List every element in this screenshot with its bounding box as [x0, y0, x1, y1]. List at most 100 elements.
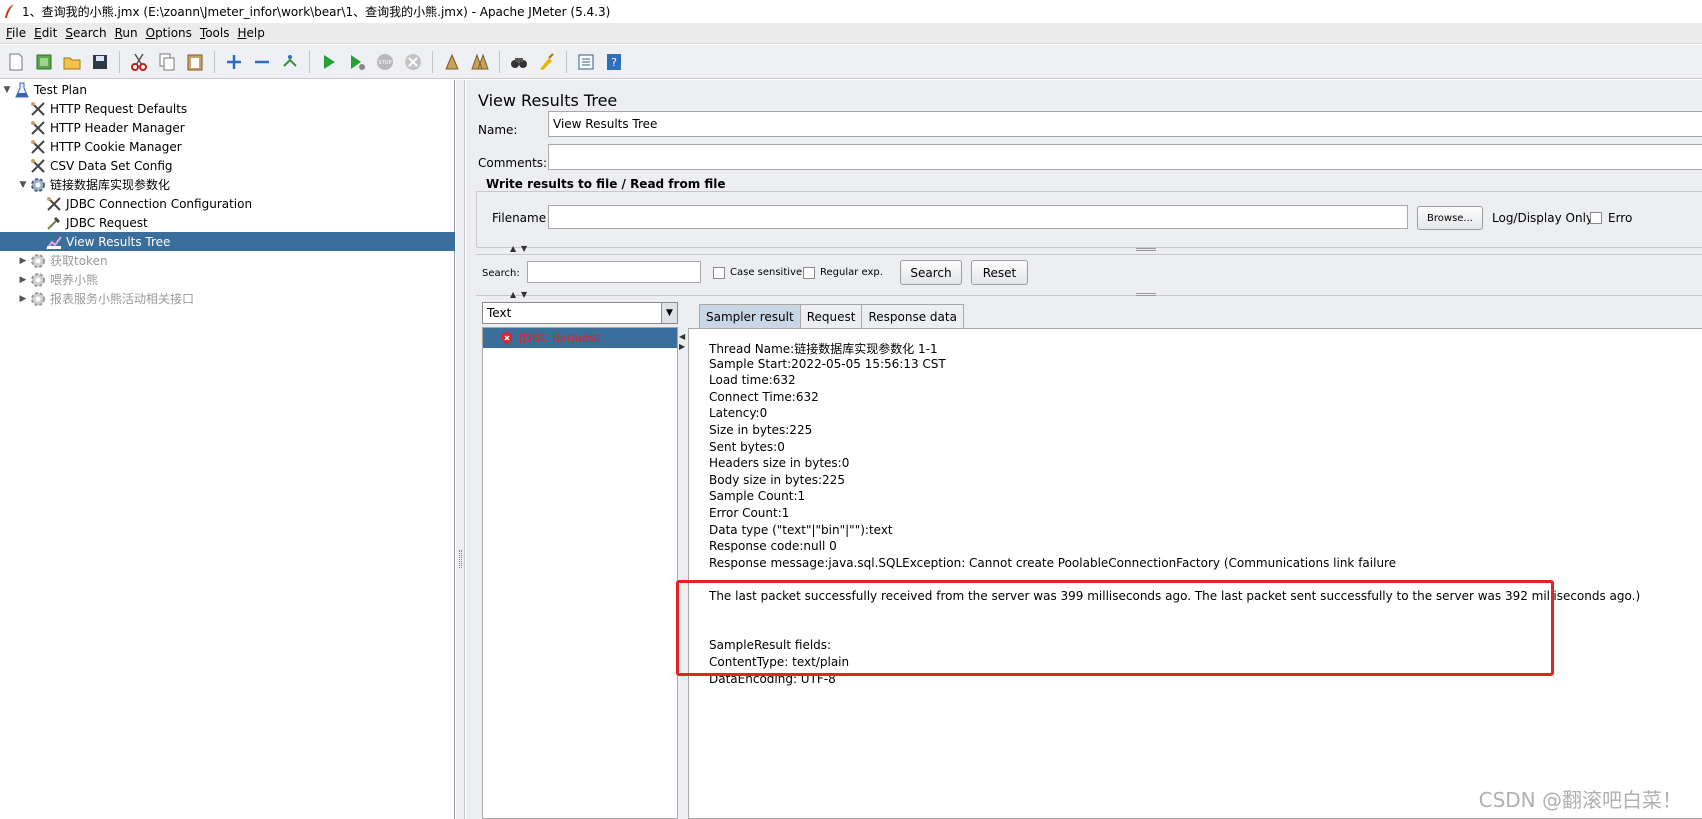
tree-node-http-header-manager[interactable]: HTTP Header Manager: [30, 118, 185, 137]
tree-node-thread-group-token[interactable]: ▶ 获取token: [16, 251, 108, 270]
tab-response-data[interactable]: Response data: [861, 304, 964, 328]
reset-button[interactable]: Reset: [971, 260, 1028, 285]
collapse-arrow-icon[interactable]: ▼: [16, 180, 30, 190]
collapse-arrow-icon[interactable]: ▼: [0, 85, 14, 95]
config-element-icon: [30, 120, 46, 136]
sampler-line: Headers size in bytes:0: [709, 456, 850, 470]
tree-node-jdbc-request[interactable]: JDBC Request: [46, 213, 148, 232]
window-title-bar: 1、查询我的小熊.jmx (E:\zoann\Jmeter_infor\work…: [0, 0, 1702, 22]
response-code-line: Response code:null 0: [709, 539, 837, 553]
case-sensitive-checkbox[interactable]: [713, 267, 725, 279]
split-right-arrow-icon[interactable]: ▶: [679, 342, 685, 351]
menu-options[interactable]: Options: [143, 26, 196, 40]
save-icon[interactable]: [88, 50, 112, 74]
comments-field[interactable]: [548, 144, 1702, 170]
shutdown-icon[interactable]: [401, 50, 425, 74]
sampler-pipette-icon: [46, 215, 62, 231]
splitter-up-arrow-icon[interactable]: ▲: [510, 290, 516, 299]
menu-run[interactable]: Run: [112, 26, 142, 40]
error-shield-icon: [502, 332, 512, 344]
filename-field[interactable]: [548, 205, 1408, 229]
search-icon[interactable]: [507, 50, 531, 74]
test-plan-tree[interactable]: ▼ Test Plan HTTP Request Defaults HTTP H…: [0, 80, 455, 819]
errors-label: Erro: [1608, 211, 1633, 225]
expand-arrow-icon[interactable]: ▶: [16, 275, 30, 285]
comments-label: Comments:: [478, 156, 548, 170]
thread-group-gear-icon: [30, 291, 46, 307]
expand-icon[interactable]: [222, 50, 246, 74]
config-element-icon: [30, 101, 46, 117]
tree-node-csv-data-set-config[interactable]: CSV Data Set Config: [30, 156, 173, 175]
view-results-tree-panel: View Results Tree Name: View Results Tre…: [466, 80, 1702, 819]
tree-node-jdbc-connection-configuration[interactable]: JDBC Connection Configuration: [46, 194, 252, 213]
response-message-line: Response message:java.sql.SQLException: …: [709, 556, 1397, 570]
result-tabs: Sampler result Request Response data: [699, 304, 964, 328]
tree-node-thread-group-feed[interactable]: ▶ 喂养小熊: [16, 270, 98, 289]
errors-checkbox[interactable]: [1590, 212, 1602, 224]
sampler-line: Connect Time:632: [709, 390, 819, 404]
menu-help[interactable]: Help: [235, 26, 269, 40]
tree-node-test-plan[interactable]: ▼ Test Plan: [0, 80, 87, 99]
sampler-result-text[interactable]: Thread Name:链接数据库实现参数化 1-1 Sample Start:…: [688, 328, 1702, 819]
start-no-pause-icon[interactable]: [345, 50, 369, 74]
open-icon[interactable]: [60, 50, 84, 74]
toolbar: STOP ?: [0, 45, 1702, 79]
svg-text:?: ?: [611, 56, 617, 69]
tree-node-http-cookie-manager[interactable]: HTTP Cookie Manager: [30, 137, 182, 156]
expand-arrow-icon[interactable]: ▶: [16, 256, 30, 266]
tab-sampler-result[interactable]: Sampler result: [699, 304, 801, 328]
renderer-select[interactable]: Text ▼: [482, 302, 678, 324]
result-item-jdbc-request[interactable]: JDBC Request: [483, 328, 677, 348]
paste-icon[interactable]: [183, 50, 207, 74]
chevron-down-icon[interactable]: ▼: [661, 303, 677, 323]
thread-group-gear-icon: [30, 177, 46, 193]
regular-exp-checkbox[interactable]: [803, 267, 815, 279]
search-label: Search:: [482, 268, 520, 279]
splitter-down-arrow-icon[interactable]: ▼: [521, 290, 527, 299]
start-icon[interactable]: [317, 50, 341, 74]
sampler-line: Body size in bytes:225: [709, 473, 845, 487]
regular-exp-label: Regular exp.: [820, 267, 883, 278]
config-element-icon: [30, 139, 46, 155]
menu-search[interactable]: Search: [62, 26, 110, 40]
stop-icon[interactable]: STOP: [373, 50, 397, 74]
expand-arrow-icon[interactable]: ▶: [16, 294, 30, 304]
search-button[interactable]: Search: [900, 260, 962, 285]
splitter-grip[interactable]: [459, 550, 462, 568]
tree-node-http-request-defaults[interactable]: HTTP Request Defaults: [30, 99, 187, 118]
thread-group-gear-icon: [30, 253, 46, 269]
cut-icon[interactable]: [127, 50, 151, 74]
menu-file[interactable]: File: [3, 26, 30, 40]
split-left-arrow-icon[interactable]: ◀: [679, 332, 685, 341]
tab-request[interactable]: Request: [799, 304, 863, 328]
splitter-down-arrow-icon[interactable]: ▼: [521, 244, 527, 253]
clear-all-icon[interactable]: [468, 50, 492, 74]
sampler-line: Sample Start:2022-05-05 15:56:13 CST: [709, 357, 946, 371]
tree-node-view-results-tree[interactable]: View Results Tree: [0, 232, 455, 251]
toggle-icon[interactable]: [278, 50, 302, 74]
write-results-title: Write results to file / Read from file: [484, 177, 728, 191]
templates-icon[interactable]: [32, 50, 56, 74]
browse-button[interactable]: Browse...: [1417, 206, 1483, 230]
vertical-splitter[interactable]: [456, 80, 465, 819]
clear-icon[interactable]: [440, 50, 464, 74]
function-helper-icon[interactable]: [574, 50, 598, 74]
tree-node-thread-group-db[interactable]: ▼ 链接数据库实现参数化: [16, 175, 170, 194]
splitter-up-arrow-icon[interactable]: ▲: [510, 244, 516, 253]
tree-node-thread-group-report[interactable]: ▶ 报表服务小熊活动相关接口: [16, 289, 194, 308]
name-field[interactable]: View Results Tree: [548, 111, 1702, 137]
reset-search-icon[interactable]: [535, 50, 559, 74]
menu-tools[interactable]: Tools: [197, 26, 234, 40]
search-input[interactable]: [527, 261, 701, 283]
sampler-line: Sent bytes:0: [709, 440, 785, 454]
sampler-line: Latency:0: [709, 406, 768, 420]
collapse-icon[interactable]: [250, 50, 274, 74]
help-icon[interactable]: ?: [602, 50, 626, 74]
menu-bar: File Edit Search Run Options Tools Help: [0, 23, 1702, 44]
copy-icon[interactable]: [155, 50, 179, 74]
sample-result-list[interactable]: JDBC Request: [482, 327, 678, 819]
menu-edit[interactable]: Edit: [31, 26, 61, 40]
thread-group-gear-icon: [30, 272, 46, 288]
new-icon[interactable]: [4, 50, 28, 74]
watermark: CSDN @翻滚吧白菜！: [1478, 788, 1682, 812]
